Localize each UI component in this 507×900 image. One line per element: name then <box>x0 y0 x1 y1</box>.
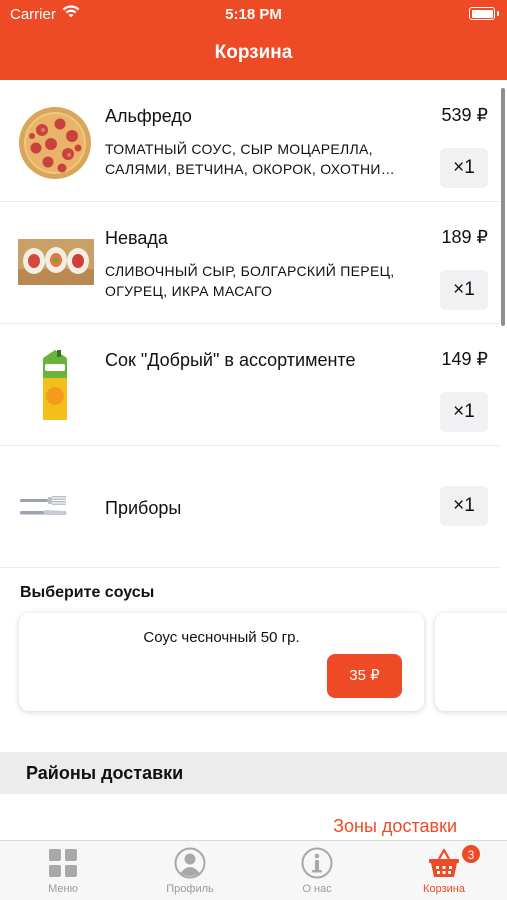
page-title: Корзина <box>214 42 293 63</box>
quantity-button[interactable]: ×1 <box>440 148 488 188</box>
item-price: 189 ₽ <box>441 227 489 247</box>
clock: 5:18 PM <box>225 6 282 23</box>
tab-profile[interactable]: Профиль <box>127 841 253 900</box>
battery-icon <box>469 7 499 20</box>
delivery-zones-link[interactable]: Зоны доставки <box>333 816 457 837</box>
item-description: ТОМАТНЫЙ СОУС, СЫР МОЦАРЕЛЛА, САЛЯМИ, ВЕ… <box>105 141 396 177</box>
info-icon <box>301 847 333 879</box>
sushi-roll-image <box>18 239 94 285</box>
sauce-name: Соус чесночный 50 гр. <box>143 629 300 646</box>
tab-label: О нас <box>302 883 332 895</box>
scroll-indicator[interactable] <box>501 88 505 326</box>
quantity-button[interactable]: ×1 <box>440 392 488 432</box>
sauces-section-title: Выберите соусы <box>20 584 155 601</box>
cart-item[interactable]: Альфредо ТОМАТНЫЙ СОУС, СЫР МОЦАРЕЛЛА, С… <box>0 80 500 202</box>
tab-label: Корзина <box>423 883 465 895</box>
navigation-bar: Корзина <box>0 28 507 80</box>
cutlery-image <box>18 494 68 520</box>
cart-item[interactable]: Невада СЛИВОЧНЫЙ СЫР, БОЛГАРСКИЙ ПЕРЕЦ, … <box>0 202 500 324</box>
item-price: 149 ₽ <box>441 349 489 369</box>
profile-icon <box>174 847 206 879</box>
tab-label: Профиль <box>166 883 214 895</box>
quantity-button[interactable]: ×1 <box>440 270 488 310</box>
item-name: Невада <box>105 228 168 248</box>
quantity-button[interactable]: ×1 <box>440 486 488 526</box>
tab-cart[interactable]: 3 Корзина <box>381 841 507 900</box>
grid-icon <box>47 847 79 879</box>
item-description: СЛИВОЧНЫЙ СЫР, БОЛГАРСКИЙ ПЕРЕЦ, ОГУРЕЦ,… <box>105 263 395 299</box>
delivery-section-title: Районы доставки <box>26 763 184 783</box>
pizza-image <box>18 106 92 180</box>
tab-label: Меню <box>48 883 78 895</box>
tab-about[interactable]: О нас <box>254 841 380 900</box>
cart-item[interactable]: Приборы ×1 <box>0 446 500 568</box>
basket-icon <box>428 847 460 879</box>
add-sauce-price-button[interactable]: 35 ₽ <box>327 654 402 698</box>
sauce-card[interactable] <box>435 613 507 711</box>
tab-bar: Меню Профиль О нас 3 Корзина <box>0 840 507 900</box>
cart-item[interactable]: Сок "Добрый" в ассортименте 149 ₽ ×1 <box>0 324 500 446</box>
cart-count-badge: 3 <box>461 844 481 864</box>
juice-box-image <box>40 348 70 422</box>
tab-menu[interactable]: Меню <box>0 841 126 900</box>
item-name: Приборы <box>105 498 182 518</box>
item-name: Альфредо <box>105 106 192 126</box>
item-name: Сок "Добрый" в ассортименте <box>105 350 356 370</box>
item-price: 539 ₽ <box>441 105 489 125</box>
sauce-card[interactable]: Соус чесночный 50 гр. 35 ₽ <box>19 613 424 711</box>
status-bar: Carrier 5:18 PM <box>0 0 507 28</box>
delivery-section-header: Районы доставки <box>0 752 507 794</box>
